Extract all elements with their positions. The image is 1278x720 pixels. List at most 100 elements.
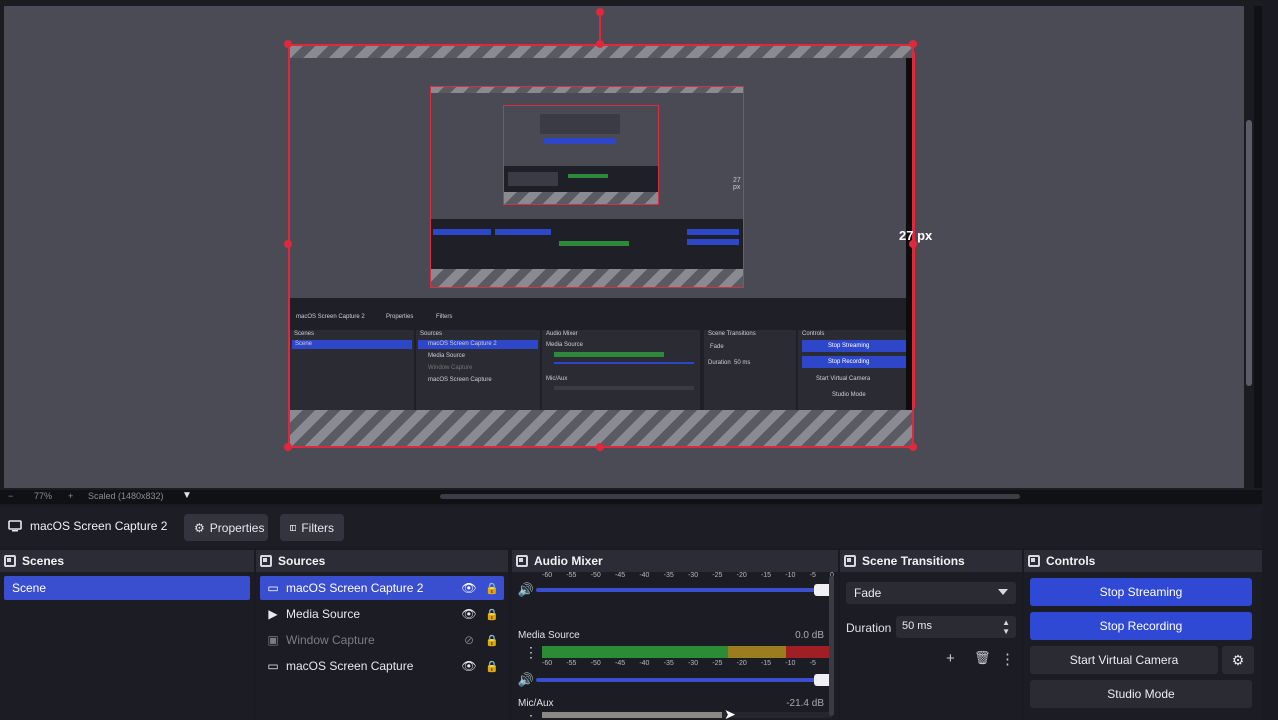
- preview-vertical-scrollbar[interactable]: [1246, 120, 1252, 386]
- chevron-down-icon: [998, 589, 1008, 595]
- nested-preview-level3: [504, 106, 658, 166]
- sources-title: Sources: [278, 554, 326, 568]
- monitor-icon: [8, 520, 22, 532]
- nested-source-level2: [495, 229, 551, 235]
- scene-transitions-dock-header[interactable]: Scene Transitions: [840, 550, 1022, 572]
- volume-slider[interactable]: [536, 584, 832, 596]
- volume-row-top: 🔊: [516, 582, 838, 598]
- virtual-camera-settings-gear-icon[interactable]: ⚙: [1222, 646, 1254, 674]
- resize-handle-bottom[interactable]: [596, 443, 604, 451]
- controls-dock-header[interactable]: Controls: [1024, 550, 1262, 572]
- mixer-scale-top: -60-55-50-45-40-35-30-25-20-15-10-50: [542, 572, 834, 579]
- nested-ui-level2: [431, 219, 743, 271]
- stop-recording-button[interactable]: Stop Recording: [1030, 612, 1252, 640]
- nested-mixer-title: Audio Mixer: [546, 331, 578, 337]
- sources-dock-header[interactable]: Sources: [256, 550, 508, 572]
- nested-ui-level3: [504, 166, 658, 194]
- nested-controls-panel: Controls Stop Streaming Stop Recording S…: [798, 330, 908, 410]
- spin-up-icon[interactable]: ▲: [1002, 618, 1010, 627]
- scenes-dock: Scenes Scene: [0, 550, 254, 720]
- scene-item[interactable]: Scene: [4, 576, 250, 600]
- resize-handle-bottom-right[interactable]: [909, 443, 917, 451]
- sources-list: ▭ macOS Screen Capture 2 👁 🔒 ▶ Media Sou…: [256, 572, 508, 720]
- channel-menu-icon[interactable]: ⋮: [524, 644, 538, 661]
- trash-icon[interactable]: 🗑: [974, 650, 991, 666]
- audio-mixer-dock-header[interactable]: Audio Mixer: [512, 550, 838, 572]
- zoom-level: 77%: [34, 491, 53, 501]
- lock-icon[interactable]: 🔒: [480, 582, 504, 595]
- nested-meter-level3: [568, 174, 608, 178]
- resize-handle-left[interactable]: [284, 240, 292, 248]
- resize-handle-top-left[interactable]: [284, 40, 292, 48]
- duration-input[interactable]: 50 ms ▲ ▼: [896, 616, 1016, 638]
- scenes-dock-header[interactable]: Scenes: [0, 550, 254, 572]
- mixer-scrollbar[interactable]: [829, 576, 834, 716]
- play-icon: ▶: [268, 607, 278, 621]
- properties-label: Properties: [209, 520, 265, 535]
- controls-title: Controls: [1046, 554, 1096, 568]
- speaker-icon[interactable]: 🔊: [516, 582, 536, 598]
- nested-stop-streaming: Stop Streaming: [828, 343, 870, 349]
- monitor-icon: ▭: [267, 581, 279, 595]
- lock-icon[interactable]: 🔒: [480, 634, 504, 647]
- nested-mixer-panel: Audio Mixer Media Source Mic/Aux: [542, 330, 700, 410]
- visibility-eye-icon[interactable]: 👁: [458, 607, 480, 621]
- nested-filters: Filters: [436, 314, 453, 320]
- more-options-icon[interactable]: ⋮: [1000, 650, 1015, 668]
- channel-name-mic-aux: Mic/Aux: [518, 698, 554, 709]
- nested-record-level2: [687, 239, 739, 245]
- rotation-handle[interactable]: [596, 8, 604, 16]
- nested-panel-level3: [508, 172, 558, 186]
- nested-transitions-title: Scene Transitions: [708, 331, 756, 337]
- stop-streaming-button[interactable]: Stop Streaming: [1030, 578, 1252, 606]
- visibility-hidden-icon[interactable]: ⊘: [458, 633, 480, 647]
- nested-stripes-bottom-level3: [504, 192, 658, 204]
- lock-icon[interactable]: 🔒: [480, 608, 504, 621]
- speaker-icon[interactable]: 🔊: [516, 672, 536, 688]
- transition-select[interactable]: Fade: [846, 582, 1016, 604]
- zoom-in-button[interactable]: +: [68, 491, 73, 501]
- resize-handle-top[interactable]: [596, 40, 604, 48]
- scale-mode[interactable]: Scaled (1480x832): [88, 491, 164, 501]
- volume-row-media-source: 🔊: [516, 672, 838, 688]
- meter-mic-fill: [542, 712, 722, 718]
- source-item-media-source[interactable]: ▶ Media Source 👁 🔒: [260, 602, 504, 626]
- channel-name-media-source: Media Source: [518, 630, 580, 641]
- zoom-out-button[interactable]: −: [8, 491, 13, 501]
- lock-icon[interactable]: 🔒: [480, 660, 504, 673]
- source-item-window-capture[interactable]: ▣ Window Capture ⊘ 🔒: [260, 628, 504, 652]
- source-item-screen-capture-2[interactable]: ▭ macOS Screen Capture 2 👁 🔒: [260, 576, 504, 600]
- studio-mode-button[interactable]: Studio Mode: [1030, 680, 1252, 708]
- nested-fade: Fade: [710, 344, 724, 350]
- start-virtual-camera-button[interactable]: Start Virtual Camera: [1030, 646, 1218, 674]
- volume-slider[interactable]: [536, 674, 832, 686]
- nested-scenes-panel: Scenes Scene: [290, 330, 414, 410]
- dock-icon: [516, 555, 528, 567]
- nested-source-1: macOS Screen Capture 2: [428, 341, 497, 347]
- scale-dropdown-icon[interactable]: ▼: [182, 490, 192, 501]
- nested-source-2: Media Source: [428, 353, 466, 359]
- nested-scene-level2: [433, 229, 491, 235]
- current-source: macOS Screen Capture 2: [8, 519, 167, 533]
- visibility-eye-icon[interactable]: 👁: [458, 581, 480, 595]
- nested-media-source: Media Source: [546, 342, 584, 348]
- channel-db-media-source: 0.0 dB: [795, 630, 824, 641]
- scenes-title: Scenes: [22, 554, 65, 568]
- channel-menu-icon[interactable]: ⋮: [524, 712, 538, 720]
- spin-down-icon[interactable]: ▼: [1002, 627, 1010, 636]
- add-transition-icon[interactable]: +: [946, 650, 955, 667]
- visibility-eye-icon[interactable]: 👁: [458, 659, 480, 673]
- nested-sources-title: Sources: [420, 331, 443, 337]
- resize-handle-top-right[interactable]: [909, 40, 917, 48]
- channel-db-mic-aux: -21.4 dB: [786, 698, 824, 709]
- properties-button[interactable]: ⚙ Properties: [184, 514, 268, 541]
- audio-mixer-title: Audio Mixer: [534, 554, 603, 568]
- mouse-cursor-icon: ➤: [724, 706, 736, 720]
- filters-button[interactable]: Filters: [280, 514, 344, 541]
- preview-area[interactable]: 27 px macOS Screen Capture 2 Properties …: [0, 0, 1262, 490]
- nested-sources-panel: Sources macOS Screen Capture 2 Media Sou…: [416, 330, 540, 410]
- preview-horizontal-scrollbar[interactable]: [440, 494, 1020, 499]
- source-item-screen-capture[interactable]: ▭ macOS Screen Capture 👁 🔒: [260, 654, 504, 678]
- resize-handle-bottom-left[interactable]: [284, 443, 292, 451]
- selected-source-frame[interactable]: 27 px macOS Screen Capture 2 Properties …: [288, 44, 914, 448]
